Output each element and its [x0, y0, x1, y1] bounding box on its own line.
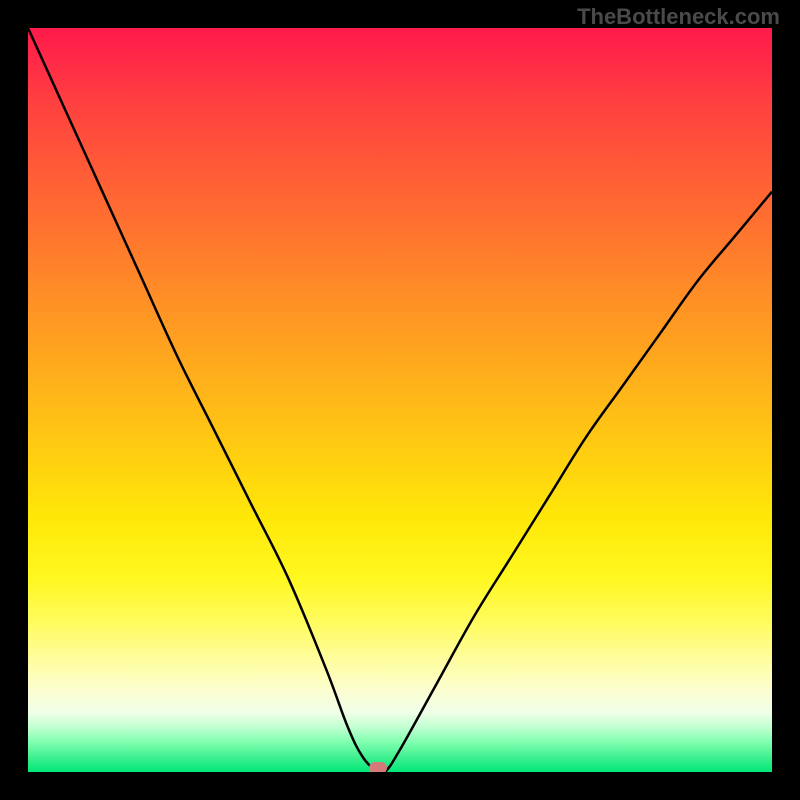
curve-svg — [28, 28, 772, 772]
plot-area — [28, 28, 772, 772]
chart-outer-frame: TheBottleneck.com — [0, 0, 800, 800]
watermark-text: TheBottleneck.com — [577, 4, 780, 30]
optimal-point-marker — [369, 762, 387, 772]
bottleneck-curve — [28, 28, 772, 772]
